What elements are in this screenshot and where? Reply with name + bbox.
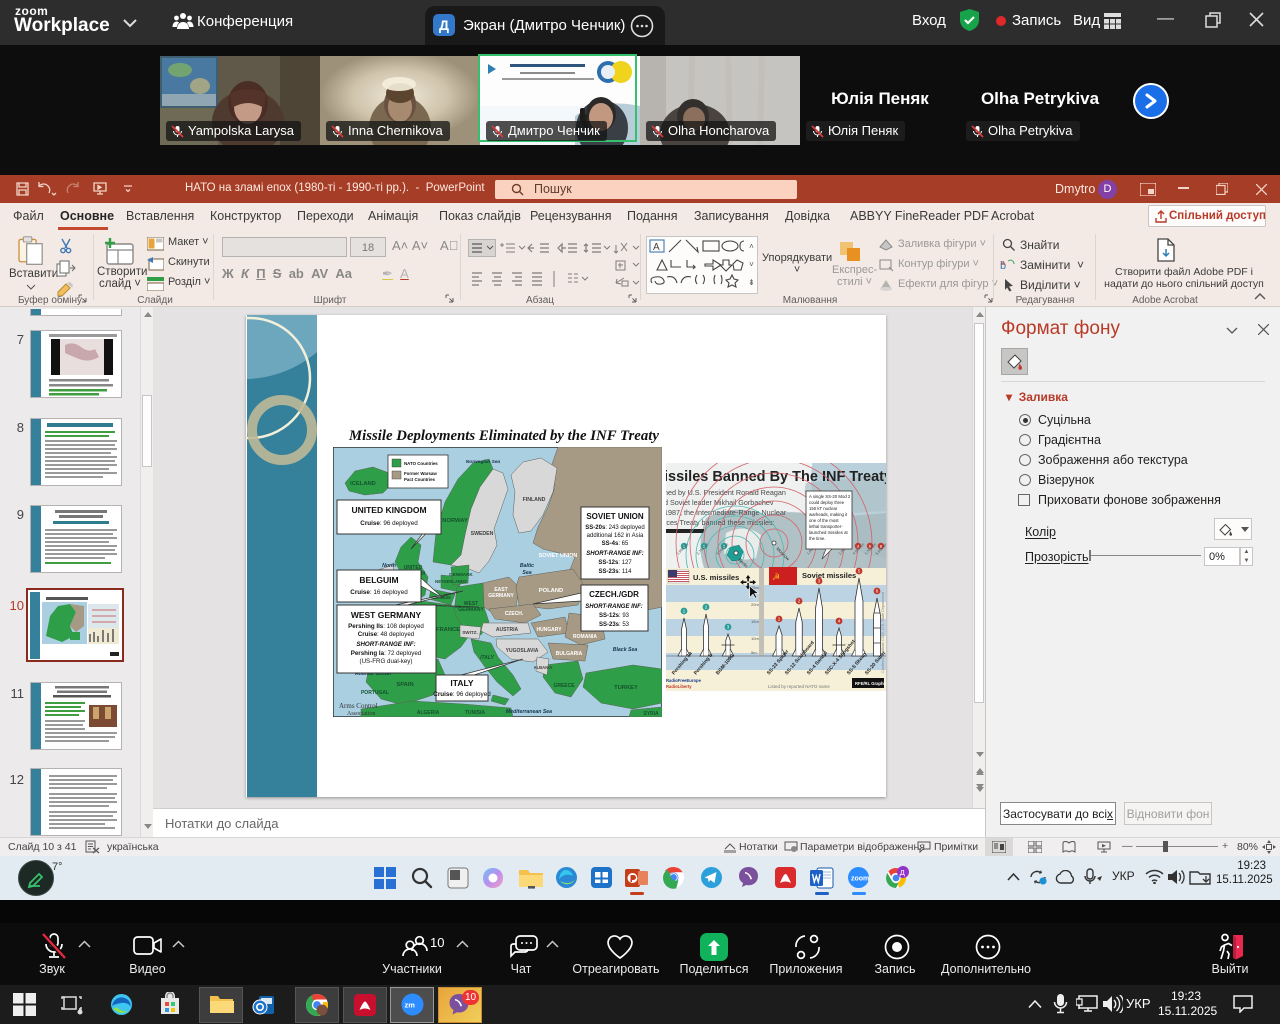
- svg-text:SS-20s: 243 deployed: SS-20s: 243 deployed: [585, 525, 644, 531]
- svg-text:Sea: Sea: [522, 570, 531, 576]
- svg-text:Association: Association: [347, 711, 375, 717]
- svg-text:ALGERIA: ALGERIA: [417, 710, 440, 716]
- svg-text:ROMANIA: ROMANIA: [573, 634, 597, 640]
- svg-text:HUNGARY: HUNGARY: [536, 627, 562, 633]
- svg-text:SS-12s: 93: SS-12s: 93: [599, 613, 630, 619]
- svg-text:Listed by reported NATO name: Listed by reported NATO name: [768, 684, 830, 689]
- svg-text:SWEDEN: SWEDEN: [471, 531, 494, 537]
- svg-text:Д: Д: [900, 868, 905, 877]
- svg-text:issiles Banned By The INF Trea: issiles Banned By The INF Treaty: [666, 469, 886, 485]
- svg-text:NATO Countries: NATO Countries: [404, 461, 438, 466]
- svg-text:U.S. missiles: U.S. missiles: [693, 573, 739, 582]
- svg-text:SHORT-RANGE INF:: SHORT-RANGE INF:: [356, 641, 415, 648]
- svg-text:A single SS-20 Mod 2: A single SS-20 Mod 2: [809, 494, 851, 499]
- svg-text:RadioFreeEurope: RadioFreeEurope: [666, 678, 702, 683]
- svg-text:Pershing Ia: 72 deployed: Pershing Ia: 72 deployed: [351, 650, 422, 657]
- svg-text:NORWAY: NORWAY: [442, 518, 468, 524]
- svg-text:warheads, making it: warheads, making it: [809, 512, 848, 517]
- svg-text:RFE/RL Graphics: RFE/RL Graphics: [855, 681, 886, 686]
- svg-text:Missile Deployments Eliminated: Missile Deployments Eliminated by the IN…: [348, 428, 659, 444]
- svg-text:SYRIA: SYRIA: [643, 711, 659, 717]
- svg-text:SS-4s: 65: SS-4s: 65: [602, 541, 629, 547]
- svg-text:(US-FRG dual-key): (US-FRG dual-key): [360, 658, 413, 665]
- svg-text:Cruise: 48 deployed: Cruise: 48 deployed: [358, 631, 415, 638]
- svg-text:Baltic: Baltic: [520, 563, 534, 569]
- svg-text:Arms Control: Arms Control: [339, 702, 378, 710]
- svg-text:zoom: zoom: [851, 876, 869, 883]
- svg-text:Cruise: 16 deployed: Cruise: 16 deployed: [350, 589, 408, 596]
- svg-text:PORTUGAL: PORTUGAL: [361, 690, 389, 696]
- svg-text:NETHERLANDS: NETHERLANDS: [435, 579, 467, 584]
- svg-text:lethal transporter-: lethal transporter-: [809, 524, 843, 529]
- svg-text:CZECH.: CZECH.: [505, 611, 524, 617]
- svg-text:150 kT nuclear: 150 kT nuclear: [809, 506, 838, 511]
- svg-text:Castles/Donations CSIS, U.S. S: Castles/Donations CSIS, U.S. State Depar…: [881, 591, 885, 673]
- svg-text:10m: 10m: [751, 636, 759, 641]
- svg-text:Black Sea: Black Sea: [613, 647, 638, 653]
- svg-text:TUNISIA: TUNISIA: [465, 710, 485, 716]
- svg-text:FRANCE: FRANCE: [436, 627, 460, 633]
- svg-text:zm: zm: [405, 1001, 416, 1010]
- svg-text:GERMANY: GERMANY: [488, 593, 514, 599]
- svg-text:SHORT-RANGE INF:: SHORT-RANGE INF:: [585, 604, 643, 610]
- svg-text:15m: 15m: [751, 619, 759, 624]
- svg-text:Cruise: 96 deployed: Cruise: 96 deployed: [360, 520, 418, 527]
- svg-text:d Soviet leader Mikhail Gorbac: d Soviet leader Mikhail Gorbachev: [666, 498, 774, 507]
- svg-text:SS-23s: 114: SS-23s: 114: [599, 569, 633, 575]
- svg-text:ALBANIA: ALBANIA: [534, 665, 553, 670]
- svg-text:UNITED KINGDOM: UNITED KINGDOM: [351, 505, 426, 515]
- svg-text:one of the most: one of the most: [809, 518, 839, 523]
- svg-text:☭: ☭: [772, 572, 780, 582]
- svg-text:SOVIET UNION: SOVIET UNION: [586, 512, 644, 521]
- svg-text:20m: 20m: [751, 602, 759, 607]
- svg-text:additional 162 in Asia: additional 162 in Asia: [587, 533, 644, 539]
- svg-text:A: A: [653, 242, 660, 253]
- svg-text:AUSTRIA: AUSTRIA: [496, 627, 519, 633]
- svg-text:Norwegian Sea: Norwegian Sea: [466, 459, 501, 465]
- svg-text:ICELAND: ICELAND: [350, 481, 376, 487]
- svg-text:CZECH./GDR: CZECH./GDR: [589, 590, 639, 599]
- svg-text:SPAIN: SPAIN: [396, 682, 413, 688]
- svg-text:ITALY: ITALY: [450, 678, 473, 688]
- svg-text:YUGOSLAVIA: YUGOSLAVIA: [506, 648, 539, 654]
- svg-text:TURKEY: TURKEY: [614, 685, 638, 691]
- svg-text:North: North: [382, 563, 396, 569]
- svg-text:a: a: [1001, 260, 1005, 267]
- svg-text:RadioLiberty: RadioLiberty: [666, 684, 692, 689]
- svg-text:SS-12s: 127: SS-12s: 127: [598, 560, 632, 566]
- svg-text:Pershing IIs: 108 deployed: Pershing IIs: 108 deployed: [348, 623, 424, 630]
- svg-text:BULGARIA: BULGARIA: [556, 651, 583, 657]
- svg-text:SOVIET UNION: SOVIET UNION: [539, 553, 578, 559]
- svg-text:ITALY: ITALY: [480, 655, 494, 661]
- svg-text:SS-23s: 53: SS-23s: 53: [599, 622, 630, 628]
- svg-text:Mediterranean Sea: Mediterranean Sea: [506, 709, 552, 715]
- svg-text:DENMARK: DENMARK: [449, 572, 473, 577]
- svg-text:FINLAND: FINLAND: [523, 497, 546, 503]
- svg-text:POLAND: POLAND: [539, 588, 563, 594]
- svg-text:Pact Countries: Pact Countries: [404, 477, 436, 482]
- svg-text:the time.: the time.: [809, 536, 825, 541]
- svg-text:GREECE: GREECE: [553, 683, 575, 689]
- svg-text:WEST GERMANY: WEST GERMANY: [351, 610, 422, 620]
- svg-text:Soviet missiles: Soviet missiles: [802, 571, 856, 580]
- svg-text:launched missiles at: launched missiles at: [809, 530, 848, 535]
- svg-text:could deploy three: could deploy three: [809, 500, 845, 505]
- svg-text:BELGUIM: BELGUIM: [359, 575, 398, 585]
- svg-text:Former Warsaw: Former Warsaw: [404, 471, 437, 476]
- svg-text:SHORT-RANGE INF:: SHORT-RANGE INF:: [586, 551, 644, 557]
- svg-text:Cruise: 96 deployed: Cruise: 96 deployed: [433, 691, 491, 698]
- svg-text:GERMANY: GERMANY: [458, 607, 484, 613]
- svg-text:5m: 5m: [751, 650, 757, 655]
- svg-text:SWITZ.: SWITZ.: [462, 630, 478, 635]
